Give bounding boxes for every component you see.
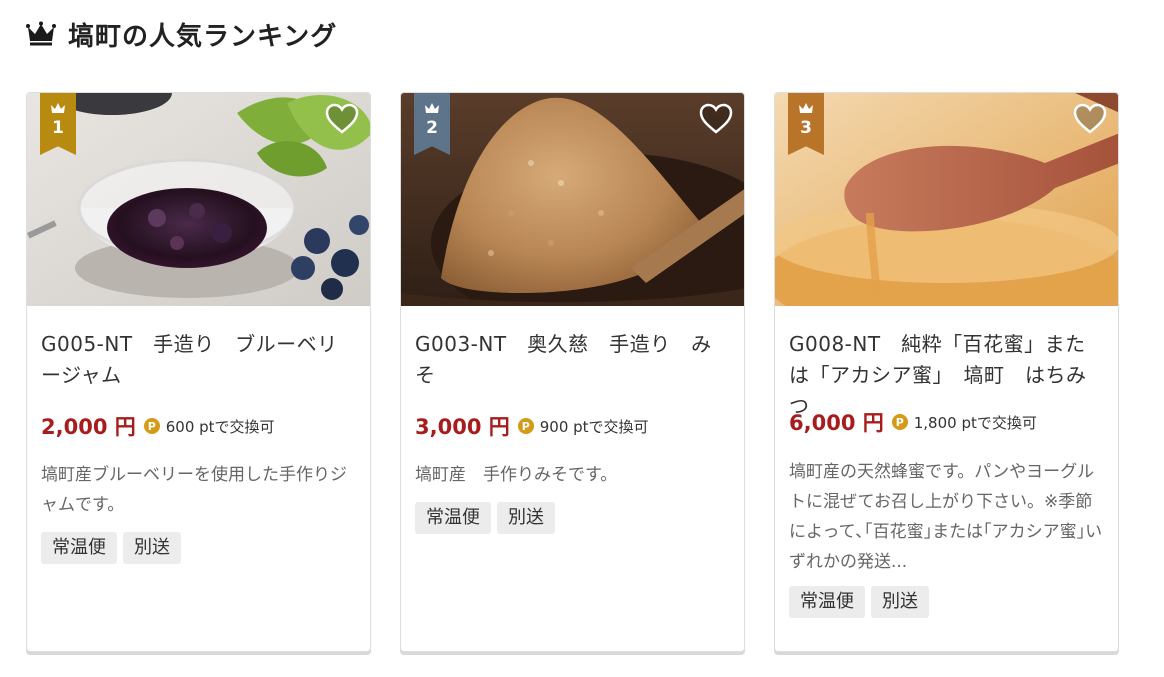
miso-photo[interactable] — [401, 93, 744, 306]
product-title[interactable]: G003-NT 奥久慈 手造り みそ — [415, 329, 730, 391]
rank-number: 1 — [52, 118, 64, 138]
point-exchange-text: 900 ptで交換可 — [539, 417, 649, 436]
heart-icon[interactable] — [698, 101, 734, 137]
heart-icon[interactable] — [1072, 101, 1108, 137]
point-exchange-text: 1,800 ptで交換可 — [913, 413, 1037, 432]
point-icon: P — [143, 418, 160, 434]
rank-badge: 3 — [788, 93, 824, 155]
section-title: 塙町の人気ランキング — [68, 21, 338, 52]
price-row: 3,000 円 P 900 ptで交換可 — [415, 411, 649, 441]
tag-list: 常温便 別送 — [415, 502, 555, 534]
product-description: 塙町産の天然蜂蜜です。パンやヨーグルトに混ぜてお召し上がり下さい。※季節によって… — [789, 462, 1103, 572]
rank-crown-icon — [51, 103, 65, 113]
crown-icon — [26, 21, 56, 46]
tag-list: 常温便 別送 — [789, 586, 929, 618]
tag-separate-delivery: 別送 — [123, 532, 181, 564]
heart-icon[interactable] — [324, 101, 360, 137]
blueberry-jam-photo[interactable] — [27, 93, 370, 306]
rank-number: 3 — [800, 118, 812, 138]
price-row: 6,000 円 P 1,800 ptで交換可 — [789, 407, 1037, 437]
point-icon: P — [517, 418, 534, 434]
rank-crown-icon — [799, 103, 813, 113]
product-price: 3,000 円 — [415, 415, 510, 439]
product-title[interactable]: G005-NT 手造り ブルーベリージャム — [41, 329, 356, 391]
product-price: 2,000 円 — [41, 415, 136, 439]
rank-crown-icon — [425, 103, 439, 113]
tag-separate-delivery: 別送 — [497, 502, 555, 534]
price-row: 2,000 円 P 600 ptで交換可 — [41, 411, 275, 441]
product-description: 塙町産 手作りみそです。 — [415, 465, 618, 485]
tag-list: 常温便 別送 — [41, 532, 181, 564]
ranking-heading: 塙町の人気ランキング — [26, 14, 337, 54]
honey-photo[interactable] — [775, 93, 1118, 306]
rank-number: 2 — [426, 118, 438, 138]
tag-separate-delivery: 別送 — [871, 586, 929, 618]
product-card-2[interactable]: 2 G003-NT 奥久慈 手造り みそ 3,000 円 P 900 ptで交換… — [400, 92, 745, 652]
product-description: 塙町産ブルーベリーを使用した手作りジャムです。 — [41, 465, 347, 515]
tag-shipping-normal: 常温便 — [789, 586, 865, 618]
product-price: 6,000 円 — [789, 411, 884, 435]
rank-badge: 1 — [40, 93, 76, 155]
product-card-1[interactable]: 1 G005-NT 手造り ブルーベリージャム 2,000 円 P 600 pt… — [26, 92, 371, 652]
rank-badge: 2 — [414, 93, 450, 155]
product-card-3[interactable]: 3 G008-NT 純粋「百花蜜」または「アカシア蜜」 塙町 はちみつ 6,00… — [774, 92, 1119, 652]
point-exchange-text: 600 ptで交換可 — [165, 417, 275, 436]
tag-shipping-normal: 常温便 — [41, 532, 117, 564]
point-icon: P — [891, 414, 908, 430]
tag-shipping-normal: 常温便 — [415, 502, 491, 534]
